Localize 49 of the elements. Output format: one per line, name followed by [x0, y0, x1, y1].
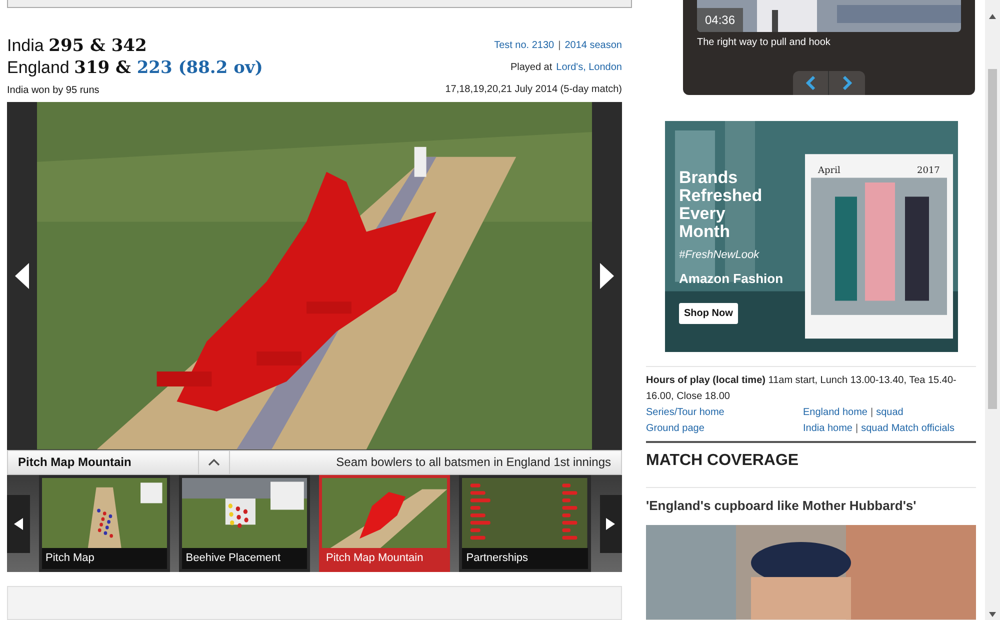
ad-hashtag: #FreshNewLook [679, 248, 760, 263]
thumbnail[interactable]: Partnerships [459, 475, 590, 572]
thumbnail[interactable]: Pitch Map [38, 475, 170, 572]
calendar-month: April [818, 164, 840, 178]
team-score: England 319 & 223 (88.2 ov) [7, 56, 263, 80]
shop-now-button[interactable]: Shop Now [679, 302, 738, 324]
ad-headline: Brands Refreshed Every Month [679, 168, 759, 241]
info-link[interactable]: Match officials [891, 421, 955, 438]
viewer-title: Pitch Map Mountain [17, 454, 132, 472]
viewer-description: Seam bowlers to all batsmen in England 1st innings [335, 454, 612, 472]
story-headline[interactable]: 'England's cupboard like Mother Hubbard's' [646, 498, 916, 514]
info-link[interactable]: squad [876, 405, 904, 422]
chevron-left-icon [806, 76, 816, 90]
separator: | [855, 422, 858, 436]
video-caption: The right way to pull and hook [697, 36, 830, 50]
right-arrow-icon [600, 262, 614, 289]
calendar-year: 2017 [917, 164, 940, 178]
result-text: India won by 95 runs [7, 84, 100, 98]
ad-brand: Amazon Fashion [679, 270, 784, 288]
season-link[interactable]: 2014 season [564, 38, 622, 53]
collapse-button[interactable] [198, 450, 230, 474]
info-link[interactable]: Ground page [646, 421, 704, 438]
info-link[interactable]: India home [803, 421, 852, 438]
test-number-link[interactable]: Test no. 2130 [494, 38, 554, 53]
chevron-up-icon [208, 458, 220, 466]
video-duration: 04:36 [697, 8, 744, 32]
thumbnail-label: Beehive Placement [182, 548, 307, 569]
scrollbar-thumb[interactable] [988, 69, 997, 409]
separator: | [870, 406, 874, 420]
scroll-up-icon[interactable] [989, 14, 996, 19]
venue-link[interactable]: Lord's, London [556, 60, 622, 75]
thumbnail[interactable]: Beehive Placement [178, 475, 310, 572]
thumbnail[interactable]: Pitch Map Mountain [319, 475, 450, 572]
left-arrow-icon [14, 518, 23, 530]
info-link[interactable]: squad [861, 421, 888, 438]
left-arrow-icon [15, 262, 29, 289]
separator: | [558, 38, 561, 53]
chevron-right-icon [842, 76, 852, 90]
hours-of-play: Hours of play (local time) 11am start, Lunch 13.00-13.40, Tea 15.40-16.00, Close 18.00 [646, 374, 958, 404]
match-dates: 17,18,19,20,21 July 2014 (5-day match) [445, 82, 622, 97]
right-arrow-icon [606, 518, 616, 530]
scroll-down-icon[interactable] [989, 612, 996, 617]
thumbnail-label: Pitch Map [42, 548, 167, 569]
info-link[interactable]: England home [803, 405, 868, 422]
info-link[interactable]: Series/Tour home [646, 405, 724, 422]
team-score: India 295 & 342 [7, 34, 148, 57]
thumbnail-label: Partnerships [462, 548, 588, 569]
venue-label: Played at [510, 60, 552, 75]
section-heading: MATCH COVERAGE [646, 451, 800, 472]
